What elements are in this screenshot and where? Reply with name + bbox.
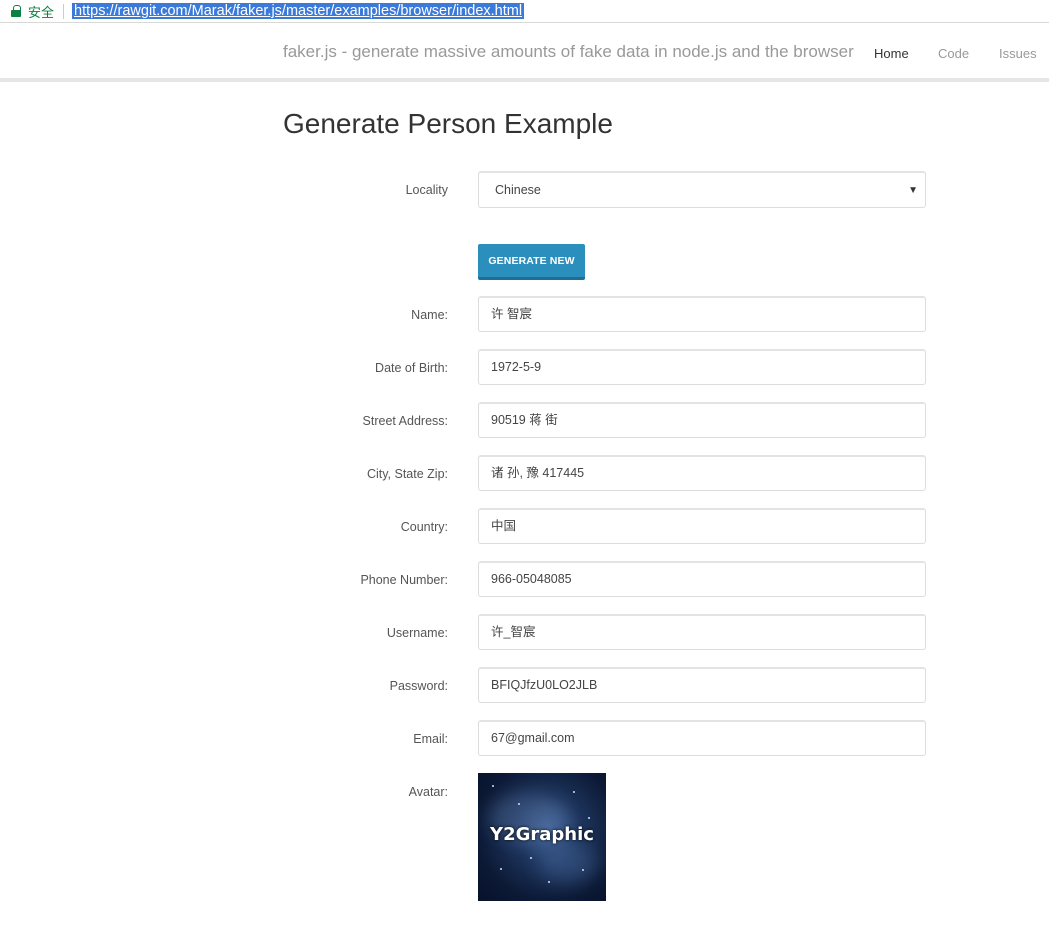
site-brand[interactable]: faker.js - generate massive amounts of f… bbox=[283, 42, 854, 62]
site-navbar: faker.js - generate massive amounts of f… bbox=[0, 27, 1049, 82]
street-label: Street Address: bbox=[362, 414, 448, 428]
avatar-image: Y2Graphic bbox=[478, 773, 606, 901]
email-field[interactable]: 67@gmail.com bbox=[478, 720, 926, 756]
lock-icon bbox=[10, 4, 22, 18]
name-field[interactable]: 许 智宸 bbox=[478, 296, 926, 332]
locality-label: Locality bbox=[405, 183, 448, 197]
url-field[interactable]: https://rawgit.com/Marak/faker.js/master… bbox=[72, 3, 525, 19]
username-label: Username: bbox=[386, 626, 448, 640]
phone-label: Phone Number: bbox=[360, 573, 448, 587]
city-state-zip-label: City, State Zip: bbox=[366, 467, 448, 481]
country-field[interactable]: 中国 bbox=[478, 508, 926, 544]
avatar-logo-text: Y2Graphic bbox=[490, 824, 594, 845]
nav-issues[interactable]: Issues bbox=[999, 46, 1037, 61]
page-title: Generate Person Example bbox=[283, 108, 613, 139]
dob-label: Date of Birth: bbox=[375, 361, 448, 375]
nav-code[interactable]: Code bbox=[938, 46, 969, 61]
city-state-zip-field[interactable]: 诸 孙, 豫 417445 bbox=[478, 455, 926, 491]
phone-field[interactable]: 966-05048085 bbox=[478, 561, 926, 597]
avatar-label: Avatar: bbox=[408, 785, 448, 799]
username-field[interactable]: 许_智宸 bbox=[478, 614, 926, 650]
nav-home[interactable]: Home bbox=[874, 46, 909, 61]
dob-field[interactable]: 1972-5-9 bbox=[478, 349, 926, 385]
password-field[interactable]: BFIQJfzU0LO2JLB bbox=[478, 667, 926, 703]
generate-new-button[interactable]: GENERATE NEW bbox=[478, 244, 585, 280]
name-label: Name: bbox=[411, 308, 448, 322]
email-label: Email: bbox=[413, 732, 448, 746]
street-field[interactable]: 90519 蒋 街 bbox=[478, 402, 926, 438]
locality-selected-value: Chinese bbox=[495, 183, 541, 197]
country-label: Country: bbox=[400, 520, 448, 534]
address-divider bbox=[63, 3, 65, 19]
browser-address-bar: 安全 https://rawgit.com/Marak/faker.js/mas… bbox=[0, 0, 1049, 23]
chevron-down-icon: ▼ bbox=[908, 185, 918, 196]
secure-label: 安全 bbox=[28, 4, 55, 20]
locality-select[interactable]: Chinese ▼ bbox=[478, 171, 926, 208]
password-label: Password: bbox=[389, 679, 448, 693]
